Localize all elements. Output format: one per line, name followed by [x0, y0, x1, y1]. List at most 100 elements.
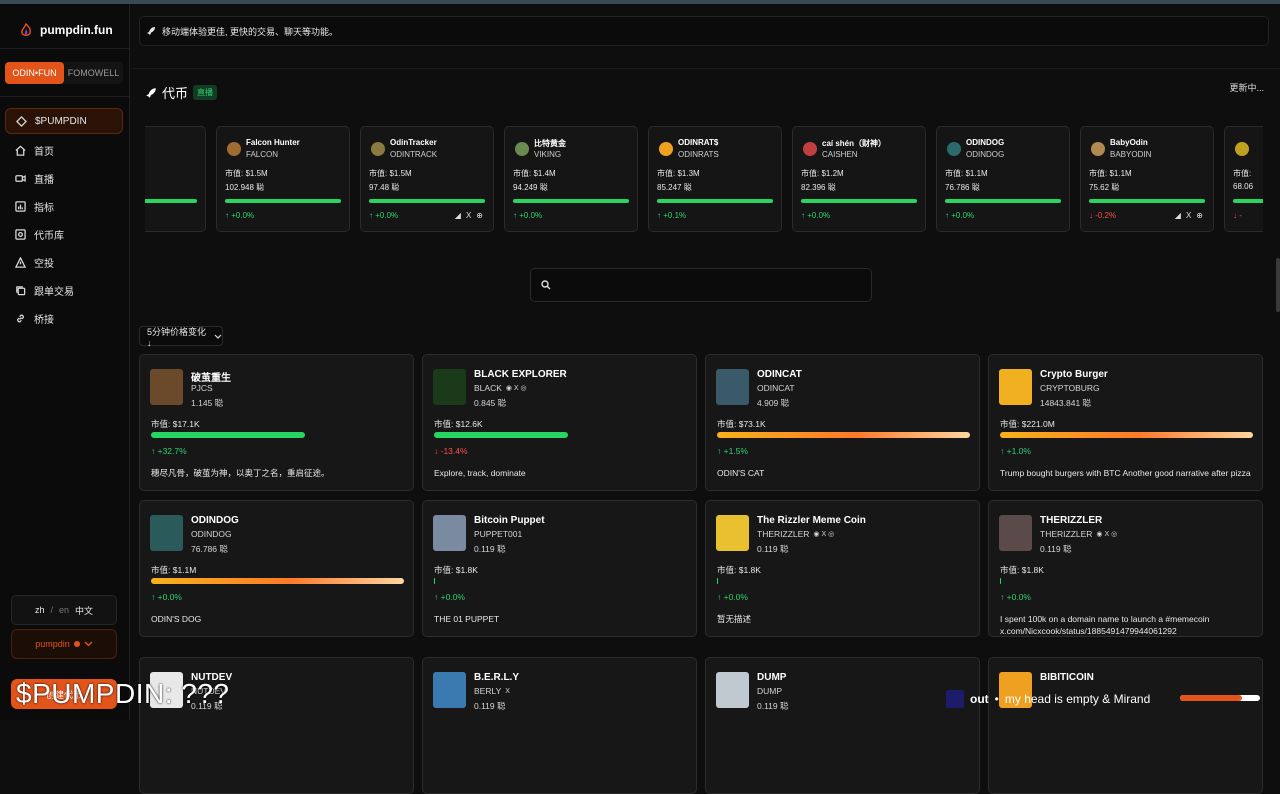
progress-fill [434, 578, 435, 584]
sidebar-item-airdrop[interactable]: 空投 [5, 248, 123, 276]
globe-icon[interactable]: ⊕ [1196, 211, 1203, 220]
language-switcher[interactable]: zh / en 中文 [11, 595, 117, 625]
token-name: ODINDOG [191, 515, 239, 526]
progress-fill [225, 199, 341, 203]
notice-banner: 移动端体验更佳, 更快的交易、聊天等功能。 [139, 16, 1269, 46]
token-name: ODINRAT$ [678, 138, 719, 147]
token-description: Explore, track, dominate [434, 468, 526, 478]
progress-bar [801, 199, 917, 203]
logo[interactable]: pumpdin.fun [0, 4, 129, 44]
divider [0, 48, 130, 49]
sidebar-item-copy-trading[interactable]: 跟单交易 [5, 276, 123, 304]
social-icons[interactable]: X [505, 688, 510, 695]
price-change: ↑ +0.0% [1000, 592, 1031, 602]
token-ticker: PJCS [191, 383, 213, 393]
social-icons[interactable]: ◉ X ◎ [506, 384, 527, 392]
token-ticker: ODINDOG [966, 150, 1005, 159]
globe-icon[interactable]: ⊕ [476, 211, 483, 220]
chevron-down-icon [214, 334, 222, 339]
sidebar-item-label: $PUMPDIN [35, 115, 87, 127]
token-card[interactable]: The Rizzler Meme Coin THERIZZLER ◉ X ◎ 0.11… [705, 500, 980, 637]
segment-odin-fun[interactable]: ODIN•FUN [5, 62, 64, 84]
ticker-card[interactable]: 市值: 68.06 ↓ - [1224, 126, 1263, 232]
ticker-card[interactable]: ODINDOG ODINDOG 市值: $1.1M 76.786 聪 ↑ +0.0% [936, 126, 1070, 232]
token-card[interactable]: B.E.R.L.Y BERLY X 0.119 聪 [422, 657, 697, 794]
token-card[interactable]: ODINCAT ODINCAT 4.909 聪市值: $73.1K ↑ +1.5% OD… [705, 354, 980, 491]
social-icons[interactable]: ◉ X ◎ [813, 530, 834, 538]
sort-select[interactable]: 5分钟价格变化↓ [139, 326, 223, 348]
progress-fill [1000, 578, 1001, 584]
price-change: ↓ -13.4% [434, 446, 468, 456]
lang-en[interactable]: en [59, 605, 69, 615]
progress-fill [945, 199, 1061, 203]
price-change: ↑ +0.0% [434, 592, 465, 602]
token-card[interactable]: DUMP DUMP 0.119 聪 [705, 657, 980, 794]
token-name: DUMP [757, 672, 787, 683]
progress-fill [434, 432, 569, 438]
progress-fill [151, 432, 306, 438]
sidebar-item-token-vault[interactable]: 代币库 [5, 220, 123, 248]
token-ticker-row: BERLY X [474, 686, 510, 696]
playback-progress[interactable] [1180, 695, 1260, 701]
search-input[interactable] [557, 275, 857, 295]
progress-bar [225, 199, 341, 203]
price-sats: 0.119 聪 [1040, 544, 1072, 554]
sidebar-item-pumpdin[interactable]: $PUMPDIN [5, 108, 123, 134]
token-card[interactable]: THERIZZLER THERIZZLER ◉ X ◎ 0.119 聪市值: $1.8… [988, 500, 1263, 637]
token-card[interactable]: Bitcoin Puppet PUPPET001 0.119 聪市值: $1.8K ↑… [422, 500, 697, 637]
ticker-card[interactable] [145, 126, 206, 232]
ticker-card[interactable]: 比特黄金 VIKING 市值: $1.4M 94.249 聪 ↑ +0.0% [504, 126, 638, 232]
price-sats: 85.247 聪 [657, 183, 692, 192]
token-ticker-row: CRYPTOBURG [1040, 383, 1100, 393]
lang-zh[interactable]: zh [35, 605, 45, 615]
progress-bar [151, 432, 404, 438]
ticker-card[interactable]: ODINRAT$ ODINRATS 市值: $1.3M 85.247 聪 ↑ +0.1% [648, 126, 782, 232]
market-cap: 市值: $221.0M [1000, 419, 1055, 429]
scrollbar[interactable] [1276, 258, 1280, 312]
price-change: ↑ +0.0% [225, 211, 255, 220]
token-name: 破茧重生 [191, 373, 231, 384]
progress-fill [145, 199, 197, 203]
sidebar-item-home[interactable]: 首页 [5, 136, 123, 164]
token-card[interactable]: Crypto Burger CRYPTOBURG 14843.841 聪市值: $2… [988, 354, 1263, 491]
user-menu-button[interactable]: pumpdin [11, 629, 117, 659]
social-icons[interactable]: ◉ X ◎ [1096, 530, 1117, 538]
token-image [433, 369, 466, 405]
segment-fomowell[interactable]: FOMOWELL [64, 62, 123, 84]
price-change: ↑ +0.0% [513, 211, 543, 220]
token-logo-icon [803, 142, 817, 156]
home-icon [15, 145, 26, 156]
progress-bar [151, 578, 404, 584]
progress-fill [1000, 432, 1253, 438]
telegram-icon[interactable]: ◢ [455, 211, 461, 220]
token-card[interactable]: BIBITICOIN [988, 657, 1263, 794]
progress-bar [434, 432, 687, 438]
token-card[interactable]: 破茧重生 PJCS 1.145 聪市值: $17.1K ↑ +32.7% 穗尽凡骨，破茧… [139, 354, 414, 491]
telegram-icon[interactable]: ◢ [1175, 211, 1181, 220]
token-description: Trump bought burgers with BTC Another go… [1000, 468, 1251, 478]
progress-bar [945, 199, 1061, 203]
now-playing-bullet: • [994, 692, 999, 706]
sidebar-item-metrics[interactable]: 指标 [5, 192, 123, 220]
x-icon[interactable]: X [466, 211, 471, 220]
token-logo-icon [515, 142, 529, 156]
ticker-card[interactable]: OdinTracker ODINTRACK 市值: $1.5M 97.48 聪 ↑ +0… [360, 126, 494, 232]
x-icon[interactable]: X [1186, 211, 1191, 220]
price-sats: 0.845 聪 [474, 398, 507, 408]
market-cap: 市值: $17.1K [151, 419, 200, 429]
progress-fill [717, 432, 970, 438]
coin-ticker: Falcon Hunter FALCON 市值: $1.5M 102.948 聪 ↑ +… [145, 112, 1263, 252]
sidebar-item-live[interactable]: 直播 [5, 164, 123, 192]
ticker-card[interactable]: Falcon Hunter FALCON 市值: $1.5M 102.948 聪 ↑ +… [216, 126, 350, 232]
price-change: ↑ +0.0% [369, 211, 399, 220]
token-card[interactable]: BLACK EXPLORER BLACK ◉ X ◎ 0.845 聪市值: $12.6… [422, 354, 697, 491]
ticker-card[interactable]: caí shén（财神） CAISHEN 市值: $1.2M 82.396 聪 ↑ +0… [792, 126, 926, 232]
token-name: 比特黄金 [534, 139, 566, 148]
token-name: OdinTracker [390, 138, 437, 147]
diamond-icon [16, 115, 27, 127]
flame-logo-icon [21, 23, 31, 36]
ticker-card[interactable]: BabyOdin BABYODIN 市值: $1.1M 75.62 聪 ↓ -0.2% ◢… [1080, 126, 1214, 232]
vault-icon [15, 228, 26, 240]
sidebar-item-bridge[interactable]: 桥接 [5, 304, 123, 332]
token-card[interactable]: ODINDOG ODINDOG 76.786 聪市值: $1.1M ↑ +0.0% OD… [139, 500, 414, 637]
